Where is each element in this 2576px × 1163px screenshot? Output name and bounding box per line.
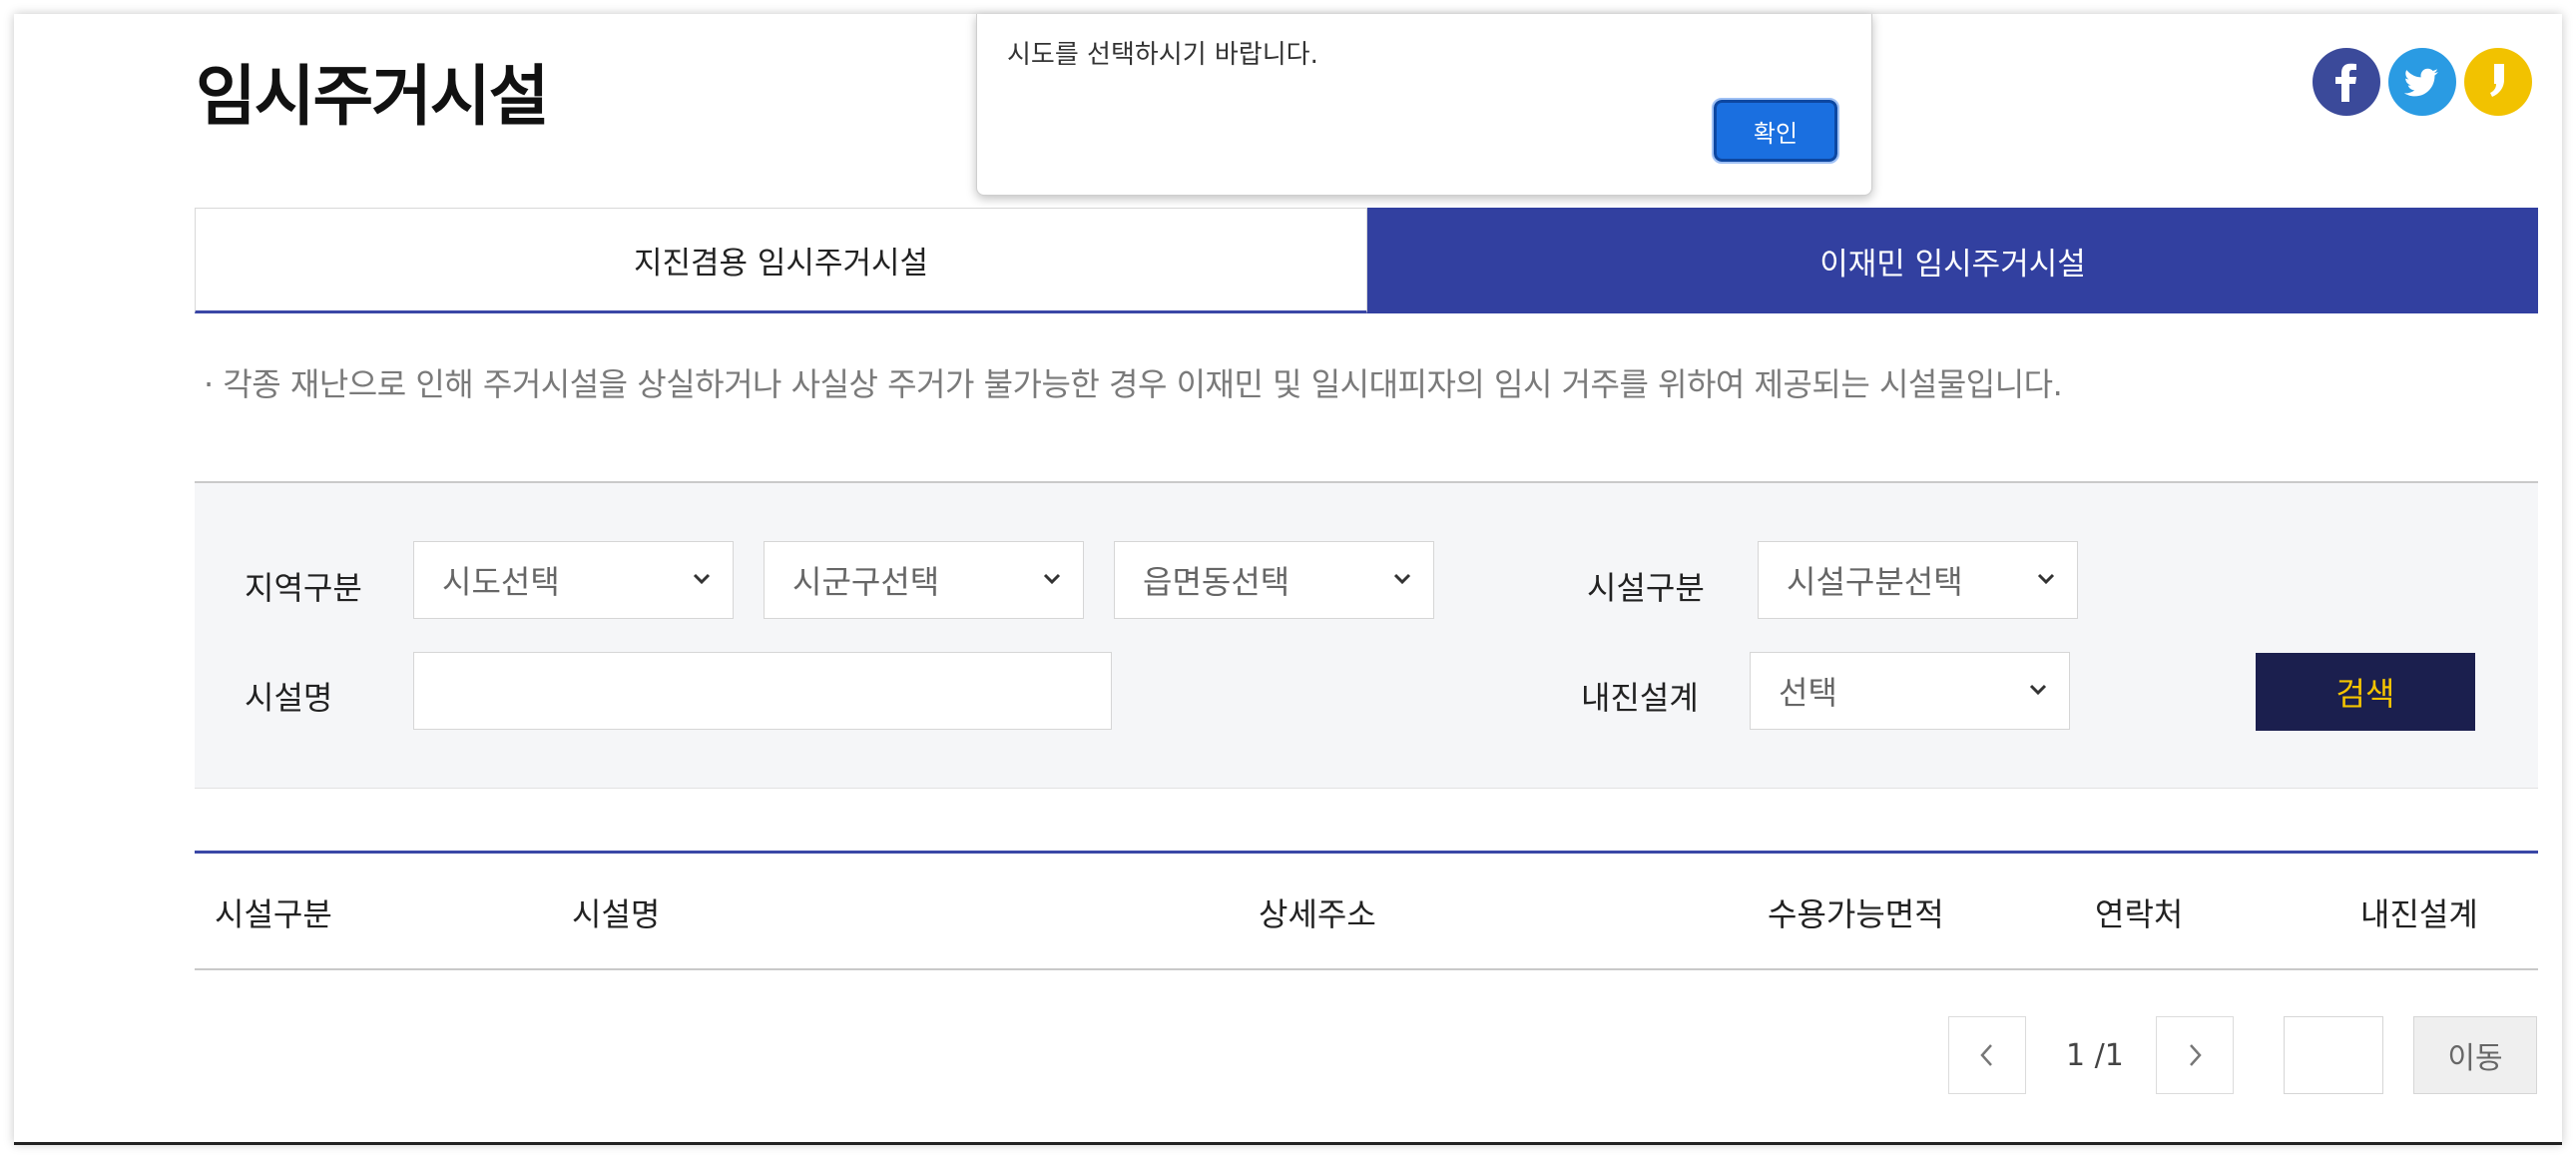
- facility-tabs: 지진겸용 임시주거시설 이재민 임시주거시설: [195, 208, 2538, 315]
- facility-type-select[interactable]: 시설구분선택: [1758, 541, 2078, 619]
- column-header-facility-type: 시설구분: [215, 895, 332, 933]
- facility-name-label: 시설명: [245, 679, 333, 717]
- facebook-icon[interactable]: [2313, 48, 2380, 116]
- chevron-right-icon: [2190, 1044, 2202, 1066]
- search-button[interactable]: 검색: [2256, 653, 2475, 731]
- page-number-input[interactable]: [2284, 1016, 2383, 1094]
- region-label: 지역구분: [245, 569, 362, 607]
- tab-victim-shelter[interactable]: 이재민 임시주거시설: [1367, 208, 2538, 313]
- page-title: 임시주거시설: [196, 58, 549, 135]
- twitter-icon[interactable]: [2388, 48, 2456, 116]
- social-share-bar: [2313, 48, 2532, 116]
- chevron-down-icon: [1043, 573, 1061, 585]
- alert-dialog: 시도를 선택하시기 바랍니다. 확인: [976, 14, 1872, 196]
- column-header-capacity-area: 수용가능면적: [1768, 895, 1944, 933]
- results-table-header: 시설구분 시설명 상세주소 수용가능면적 연락처 내진설계: [195, 851, 2538, 970]
- go-to-page-button[interactable]: 이동: [2413, 1016, 2537, 1094]
- seismic-design-select-value: 선택: [1779, 674, 1837, 712]
- chevron-down-icon: [693, 573, 711, 585]
- next-page-button[interactable]: [2156, 1016, 2234, 1094]
- eupmyeondong-select-value: 읍면동선택: [1143, 563, 1290, 601]
- column-header-seismic-design: 내진설계: [2360, 895, 2478, 933]
- frame-bottom-border: [14, 1142, 2562, 1145]
- alert-ok-button[interactable]: 확인: [1712, 98, 1839, 164]
- column-header-address: 상세주소: [1259, 895, 1376, 933]
- sigungu-select-value: 시군구선택: [792, 563, 940, 601]
- page-description: · 각종 재난으로 인해 주거시설을 상실하거나 사실상 주거가 불가능한 경우…: [204, 365, 2063, 403]
- search-panel: 지역구분 시도선택 시군구선택 읍면동선택 시설구분 시설구분선택 시설명 내진…: [195, 481, 2538, 789]
- column-header-contact: 연락처: [2095, 895, 2184, 933]
- seismic-design-label: 내진설계: [1581, 679, 1699, 717]
- facility-type-select-value: 시설구분선택: [1787, 563, 1963, 601]
- facility-name-input[interactable]: [413, 652, 1112, 730]
- prev-page-button[interactable]: [1948, 1016, 2026, 1094]
- alert-message: 시도를 선택하시기 바랍니다.: [1007, 40, 1318, 70]
- chevron-down-icon: [1393, 573, 1411, 585]
- chevron-down-icon: [2029, 684, 2047, 696]
- eupmyeondong-select[interactable]: 읍면동선택: [1114, 541, 1434, 619]
- sido-select-value: 시도선택: [442, 563, 560, 601]
- column-header-facility-name: 시설명: [572, 895, 661, 933]
- facility-type-label: 시설구분: [1587, 569, 1705, 607]
- sigungu-select[interactable]: 시군구선택: [764, 541, 1084, 619]
- chevron-down-icon: [2037, 573, 2055, 585]
- seismic-design-select[interactable]: 선택: [1750, 652, 2070, 730]
- tab-earthquake-shelter[interactable]: 지진겸용 임시주거시설: [195, 208, 1367, 313]
- chevron-left-icon: [1980, 1044, 1992, 1066]
- page-indicator: 1 /1: [2066, 1038, 2124, 1073]
- kakaostory-icon[interactable]: [2464, 48, 2532, 116]
- sido-select[interactable]: 시도선택: [413, 541, 734, 619]
